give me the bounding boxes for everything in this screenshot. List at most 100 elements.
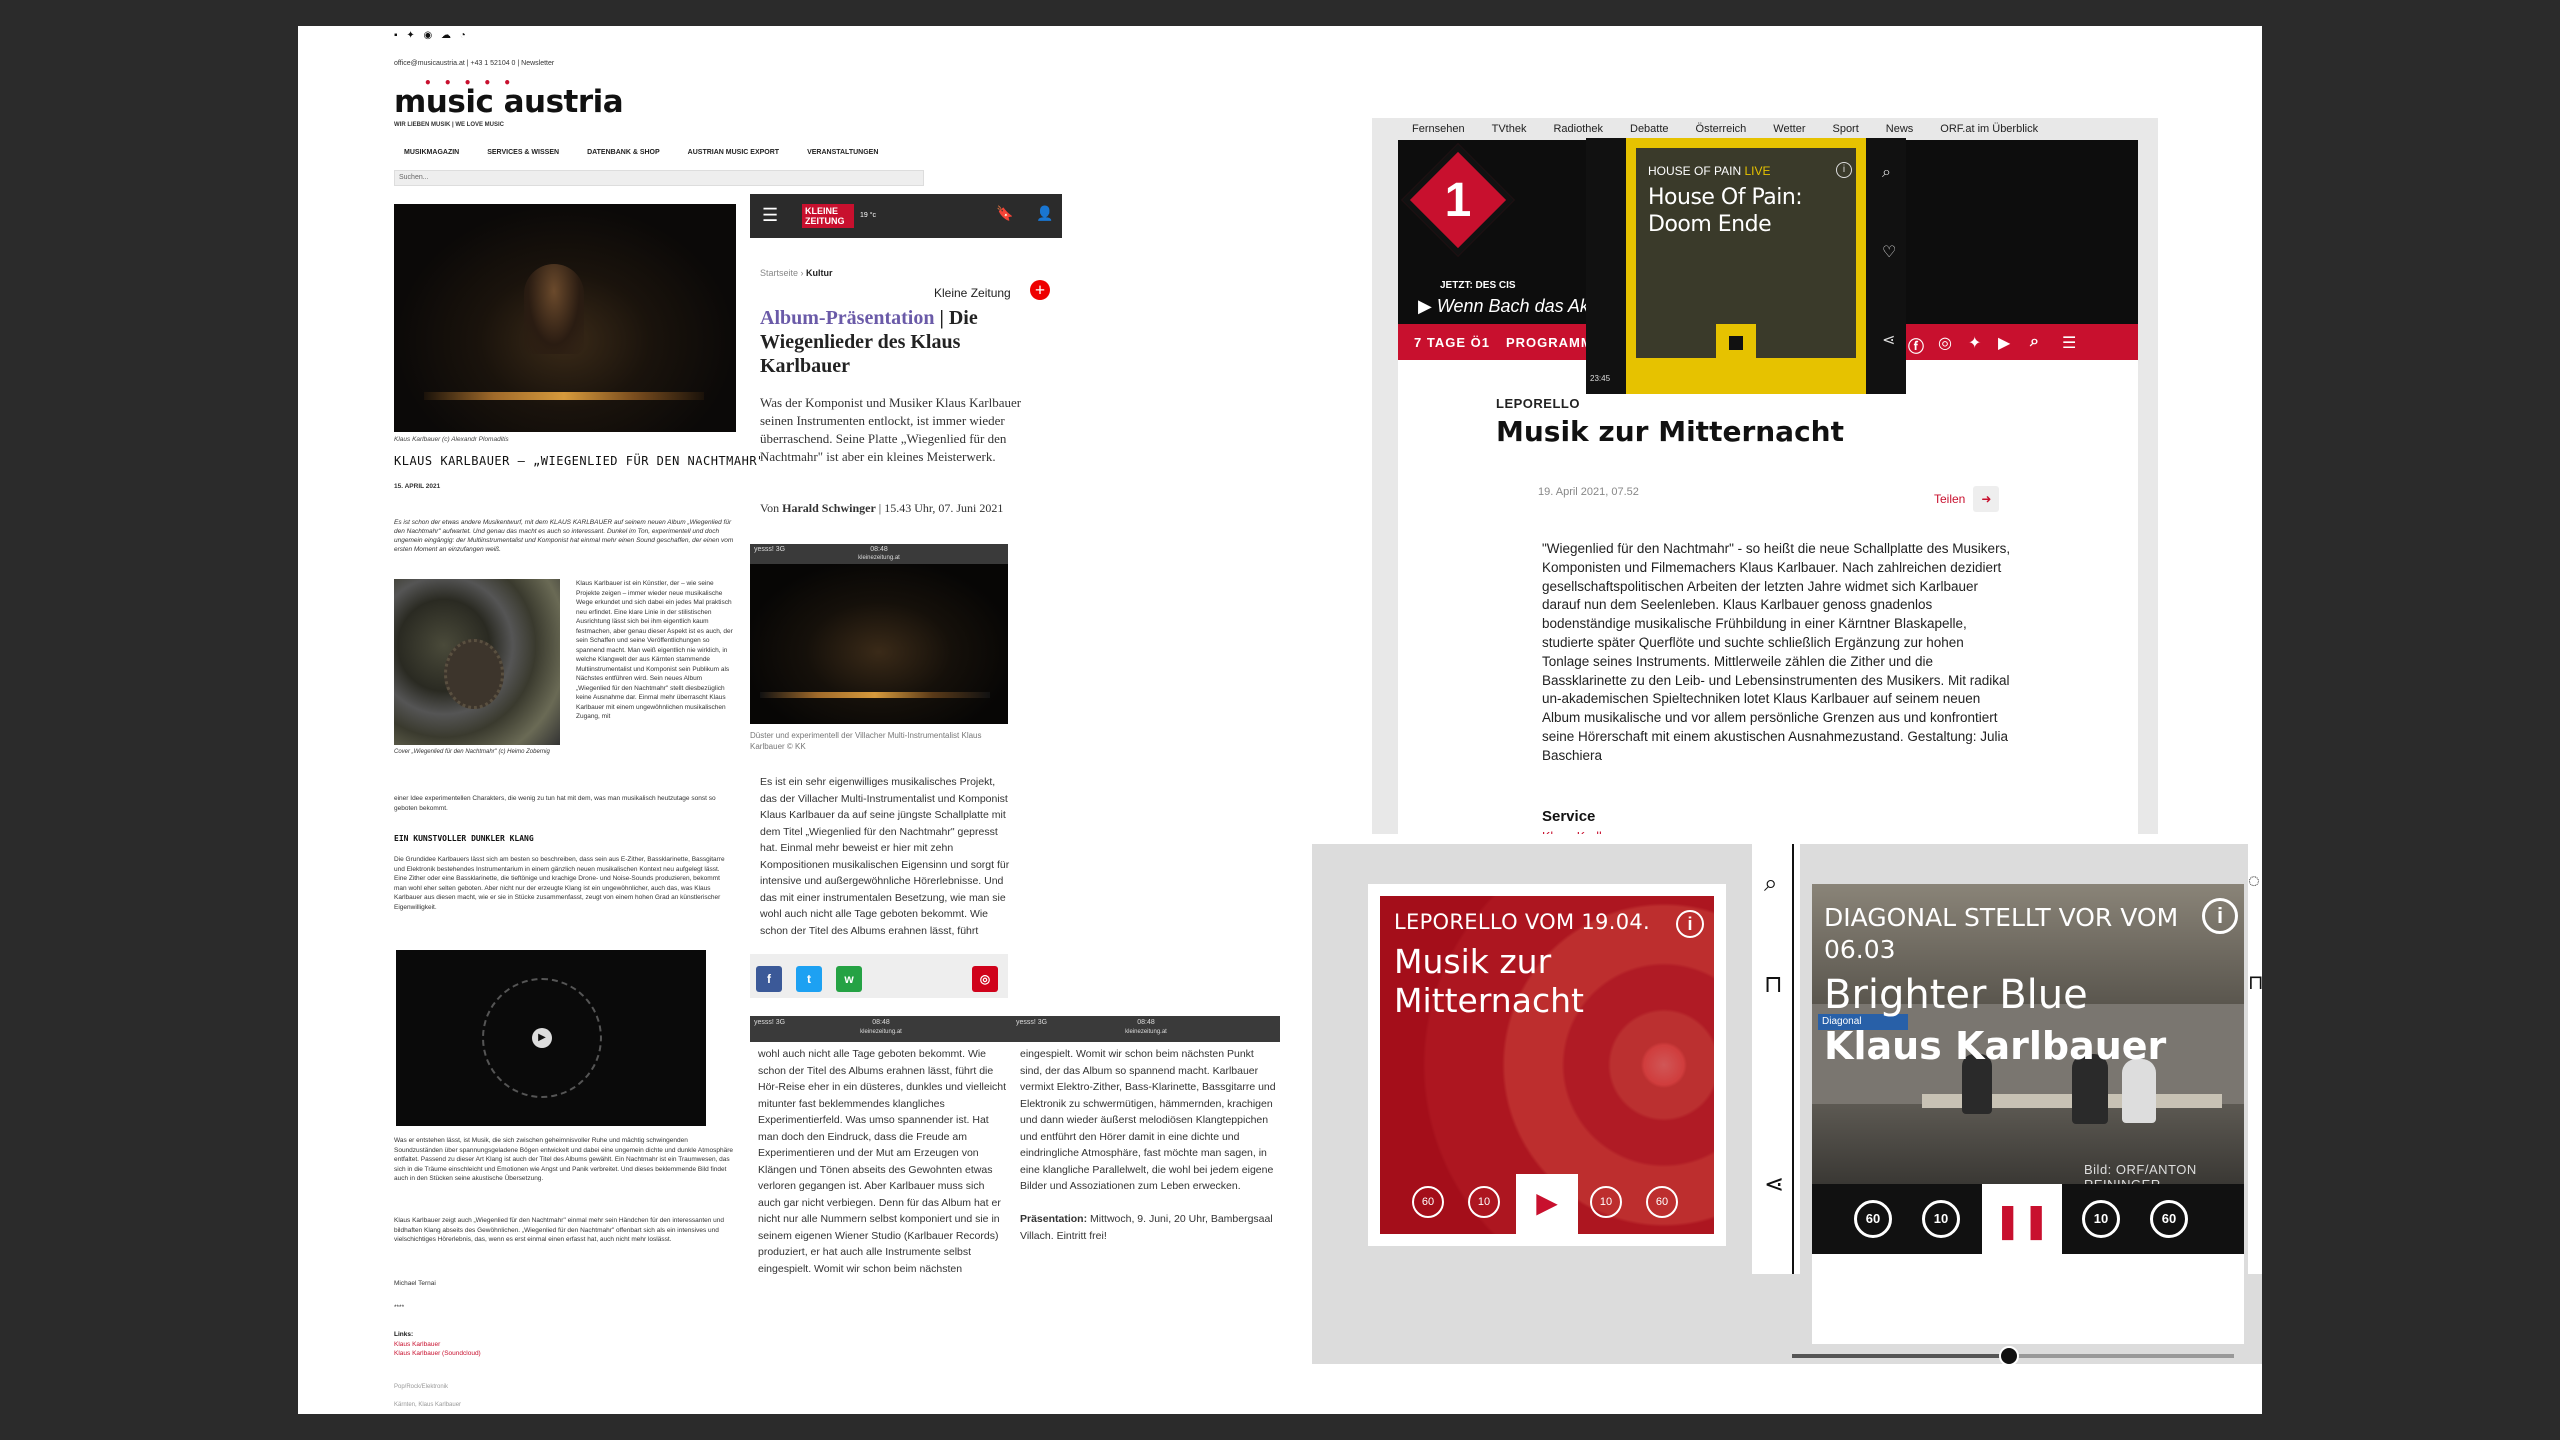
- program-eyebrow: LEPORELLO: [1496, 396, 1580, 411]
- nav-fernsehen[interactable]: Fernsehen: [1412, 123, 1465, 135]
- share-label: Teilen: [1934, 492, 1966, 506]
- logo-number: 1: [1444, 174, 1472, 227]
- nav-tvthek[interactable]: TVthek: [1492, 123, 1527, 135]
- now-playing-label: JETZT: DES CIS: [1440, 280, 1516, 291]
- partial-bookmark-icon[interactable]: ⊓: [2248, 970, 2262, 995]
- paragraph-3: Klaus Karlbauer zeigt auch „Wiegenlied f…: [394, 1217, 725, 1243]
- nav-sport[interactable]: Sport: [1832, 123, 1858, 135]
- crumb-home[interactable]: Startseite: [760, 268, 798, 278]
- contact-line[interactable]: office@musicaustria.at | +43 1 52104 0 |…: [394, 60, 554, 67]
- tag-genre[interactable]: Pop/Rock/Elektronik: [394, 1378, 461, 1396]
- user-icon[interactable]: 👤: [1036, 206, 1053, 223]
- info-icon[interactable]: i: [2202, 898, 2238, 934]
- seek-handle[interactable]: [1998, 1346, 2019, 1366]
- tags: Pop/Rock/Elektronik Kärnten, Klaus Karlb…: [394, 1378, 461, 1414]
- instrument-glow: [424, 392, 704, 400]
- kz-headline: Album-Präsentation | Die Wiegenlieder de…: [760, 306, 1050, 378]
- stop-icon: [1729, 336, 1743, 350]
- nav-wetter[interactable]: Wetter: [1773, 123, 1805, 135]
- video-player[interactable]: ▶: [396, 950, 706, 1126]
- search-icon[interactable]: ⌕: [2030, 333, 2039, 351]
- partial-icon-top[interactable]: ◌: [2248, 870, 2260, 893]
- crumb-section[interactable]: Kultur: [806, 268, 833, 278]
- byline-author[interactable]: Harald Schwinger: [782, 501, 876, 515]
- heart-icon[interactable]: ♡: [1882, 242, 1896, 262]
- info-icon[interactable]: i: [1836, 162, 1852, 178]
- nav-news[interactable]: News: [1886, 123, 1914, 135]
- diagonal-artwork: Diagonal DIAGONAL STELLT VOR VOM 06.03 B…: [1812, 884, 2244, 1184]
- facebook-icon[interactable]: ⓕ: [1908, 333, 1924, 357]
- side-text: Klaus Karlbauer ist ein Künstler, der – …: [576, 580, 733, 720]
- link-programm[interactable]: PROGRAMM: [1506, 335, 1593, 350]
- plus-icon[interactable]: +: [1030, 280, 1050, 300]
- comment-icon[interactable]: ◎: [972, 966, 998, 992]
- mini-show-label: HOUSE OF PAIN LIVE: [1648, 164, 1770, 178]
- instagram-icon[interactable]: ◎: [1938, 333, 1952, 353]
- info-icon[interactable]: i: [1676, 910, 1704, 938]
- nav-musikmagazin[interactable]: MUSIKMAGAZIN: [404, 149, 459, 156]
- rewind-10-button[interactable]: 10: [1922, 1200, 1960, 1238]
- forward-10-button[interactable]: 10: [1590, 1186, 1622, 1218]
- url: kleinezeitung.at: [858, 555, 900, 561]
- nav-export[interactable]: AUSTRIAN MUSIC EXPORT: [688, 149, 779, 156]
- tag-region[interactable]: Kärnten, Klaus Karlbauer: [394, 1396, 461, 1414]
- nav-datenbank[interactable]: DATENBANK & SHOP: [587, 149, 660, 156]
- byline-time: | 15.43 Uhr, 07. Juni 2021: [875, 501, 1004, 515]
- twitter-icon[interactable]: t: [796, 966, 822, 992]
- phone-status-bar-2: yesss! 3G 08:48 kleinezeitung.at: [750, 1016, 1012, 1042]
- twitter-icon[interactable]: ✦: [1968, 333, 1981, 353]
- nav-veranstaltungen[interactable]: VERANSTALTUNGEN: [807, 149, 878, 156]
- bookmark-icon[interactable]: 🔖: [996, 206, 1013, 223]
- link-soundcloud[interactable]: Klaus Karlbauer (Soundcloud): [394, 1349, 481, 1359]
- nav-debatte[interactable]: Debatte: [1630, 123, 1669, 135]
- youtube-icon[interactable]: ▶: [1998, 333, 2010, 353]
- bookmark-icon[interactable]: ⊓: [1764, 970, 1783, 999]
- rewind-10-button[interactable]: 10: [1468, 1186, 1500, 1218]
- main-nav: MUSIKMAGAZIN SERVICES & WISSEN DATENBANK…: [404, 149, 878, 156]
- play-button[interactable]: ▶: [1516, 1174, 1578, 1234]
- whatsapp-icon[interactable]: w: [836, 966, 862, 992]
- byline: Von Harald Schwinger | 15.43 Uhr, 07. Ju…: [760, 500, 1003, 516]
- search-icon[interactable]: ⌕: [1882, 164, 1891, 182]
- stop-button[interactable]: [1716, 324, 1756, 360]
- link-karlbauer[interactable]: Klaus Karlbauer: [394, 1340, 481, 1350]
- article-title: KLAUS KARLBAUER – „WIEGENLIED FÜR DEN NA…: [394, 454, 765, 468]
- album-cover: [394, 579, 560, 745]
- nav-oesterreich[interactable]: Österreich: [1696, 123, 1747, 135]
- social-icons[interactable]: ▪ ✦ ◉ ☁ ◔: [394, 30, 469, 41]
- card1-label: LEPORELLO VOM 19.04.: [1394, 910, 1650, 934]
- share-icon[interactable]: ⋖: [1764, 1170, 1784, 1199]
- play-icon[interactable]: ▶: [532, 1028, 552, 1048]
- panel-right-edge: ◌ ⊓: [2248, 834, 2262, 1274]
- share-icon[interactable]: ⋖: [1882, 330, 1895, 350]
- pause-button[interactable]: ❚❚: [1982, 1184, 2062, 1258]
- menu-icon[interactable]: ☰: [762, 206, 778, 224]
- music-austria-logo[interactable]: • • • • • music austria: [394, 76, 624, 120]
- forward-10-button[interactable]: 10: [2082, 1200, 2120, 1238]
- forward-60-button[interactable]: 60: [2150, 1200, 2188, 1238]
- share-button[interactable]: Teilen ➜: [1934, 486, 2000, 512]
- hamburger-menu-icon[interactable]: ☰: [2062, 333, 2076, 353]
- facebook-icon[interactable]: f: [756, 966, 782, 992]
- oe1-logo[interactable]: 1: [1401, 143, 1515, 257]
- kz-logo[interactable]: KLEINE ZEITUNG: [802, 204, 854, 228]
- paragraph-1: Die Grundidee Karlbauers lässt sich am b…: [394, 856, 725, 911]
- kz-photo: [750, 564, 1008, 724]
- now-playing-title[interactable]: ▶ Wenn Bach das Ak: [1418, 296, 1589, 317]
- forward-60-button[interactable]: 60: [1646, 1186, 1678, 1218]
- rewind-60-button[interactable]: 60: [1412, 1186, 1444, 1218]
- links-section: Links: Klaus Karlbauer Klaus Karlbauer (…: [394, 1330, 481, 1359]
- search-input[interactable]: Suchen...: [394, 170, 924, 186]
- publish-date: 19. April 2021, 07.52: [1538, 486, 1639, 498]
- nav-ueberblick[interactable]: ORF.at im Überblick: [1940, 123, 2038, 135]
- nav-radiothek[interactable]: Radiothek: [1553, 123, 1603, 135]
- card2-title-2: Klaus Karlbauer: [1824, 1024, 2167, 1068]
- search-icon[interactable]: ⌕: [1764, 870, 1777, 898]
- card2-title-1: Brighter Blue: [1824, 972, 2088, 1018]
- breadcrumb: Startseite › Kultur: [760, 268, 833, 278]
- hero-caption: Klaus Karlbauer (c) Alexandr Plomaditis: [394, 436, 509, 443]
- screenshot-collage: ▪ ✦ ◉ ☁ ◔ office@musicaustria.at | +43 1…: [298, 26, 2262, 1414]
- link-7-tage[interactable]: 7 TAGE Ö1: [1414, 335, 1490, 350]
- nav-services[interactable]: SERVICES & WISSEN: [487, 149, 559, 156]
- rewind-60-button[interactable]: 60: [1854, 1200, 1892, 1238]
